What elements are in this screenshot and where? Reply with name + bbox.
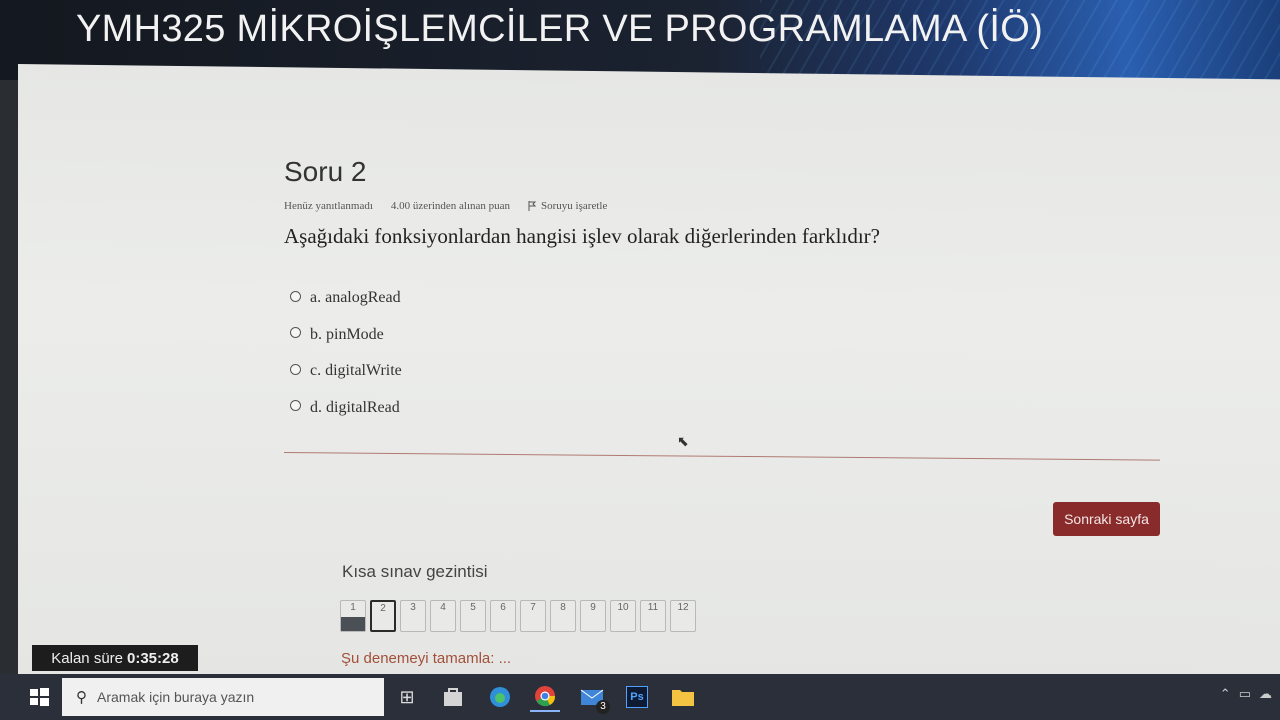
timer-label: Kalan süre bbox=[51, 649, 123, 667]
option-a-radio[interactable] bbox=[290, 290, 301, 302]
taskbar: ⚲ Aramak için buraya yazın ⊞ 3 Ps ⌃ ▭ ☁ bbox=[0, 674, 1280, 720]
chrome-icon[interactable] bbox=[530, 682, 560, 712]
file-explorer-icon[interactable] bbox=[668, 682, 698, 712]
quiz-nav-item[interactable]: 4 bbox=[430, 600, 456, 632]
flag-icon bbox=[528, 201, 537, 211]
question-points: 4.00 üzerinden alınan puan bbox=[390, 200, 511, 212]
mail-icon[interactable]: 3 bbox=[578, 682, 610, 714]
cloud-icon[interactable]: ☁ bbox=[1259, 686, 1272, 702]
quiz-nav-item[interactable]: 12 bbox=[670, 600, 696, 632]
timer-value: 0:35:28 bbox=[127, 649, 179, 667]
quiz-nav-item[interactable]: 7 bbox=[520, 600, 546, 632]
quiz-nav-item[interactable]: 10 bbox=[610, 600, 636, 632]
answer-options: a. analogRead b. pinMode c. digitalWrite… bbox=[290, 280, 402, 426]
quiz-nav-item[interactable]: 6 bbox=[490, 600, 516, 632]
option-d[interactable]: d. digitalRead bbox=[290, 390, 402, 427]
flag-label: Soruyu işaretle bbox=[541, 200, 608, 212]
quiz-nav-item[interactable]: 8 bbox=[550, 600, 576, 632]
option-c[interactable]: c. digitalWrite bbox=[290, 353, 402, 390]
option-a[interactable]: a. analogRead bbox=[290, 280, 402, 317]
windows-icon[interactable] bbox=[26, 684, 52, 710]
mouse-cursor-icon: ⬉ bbox=[677, 433, 689, 449]
quiz-nav-title: Kısa sınav gezintisi bbox=[342, 562, 488, 581]
search-icon: ⚲ bbox=[76, 689, 87, 706]
question-status: Henüz yanıtlanmadı bbox=[284, 200, 373, 212]
option-b[interactable]: b. pinMode bbox=[290, 317, 402, 354]
question-heading: Soru 2 bbox=[284, 156, 367, 187]
question-text: Aşağıdaki fonksiyonlardan hangisi işlev … bbox=[284, 224, 880, 248]
option-label: a. analogRead bbox=[310, 289, 401, 307]
finish-attempt-link[interactable]: Şu denemeyi tamamla: ... bbox=[341, 650, 511, 667]
quiz-nav-item[interactable]: 5 bbox=[460, 600, 486, 632]
quiz-nav-item[interactable]: 3 bbox=[400, 600, 426, 632]
taskbar-search-input[interactable]: ⚲ Aramak için buraya yazın bbox=[62, 678, 384, 716]
flag-question-link[interactable]: Soruyu işaretle bbox=[528, 200, 607, 212]
question-info: Henüz yanıtlanmadı 4.00 üzerinden alınan… bbox=[284, 200, 607, 212]
quiz-nav-grid: 1 2 3 4 5 6 7 8 9 10 11 12 bbox=[340, 600, 696, 632]
task-view-icon[interactable]: ⊞ bbox=[392, 682, 422, 712]
search-placeholder: Aramak için buraya yazın bbox=[97, 689, 255, 705]
photoshop-icon[interactable]: Ps bbox=[622, 682, 652, 712]
option-label: c. digitalWrite bbox=[310, 362, 402, 380]
edge-icon[interactable] bbox=[485, 682, 515, 712]
quiz-nav-item[interactable]: 1 bbox=[340, 600, 366, 632]
system-tray: ⌃ ▭ ☁ bbox=[1220, 686, 1272, 702]
mail-badge: 3 bbox=[596, 700, 610, 714]
quiz-page bbox=[18, 64, 1280, 690]
time-remaining: Kalan süre 0:35:28 bbox=[32, 645, 198, 671]
option-c-radio[interactable] bbox=[290, 363, 301, 375]
quiz-nav-item[interactable]: 2 bbox=[370, 600, 396, 632]
option-d-radio[interactable] bbox=[290, 400, 301, 412]
quiz-nav-item[interactable]: 11 bbox=[640, 600, 666, 632]
option-label: b. pinMode bbox=[310, 325, 384, 343]
store-icon[interactable] bbox=[438, 682, 468, 712]
option-b-radio[interactable] bbox=[290, 327, 301, 339]
quiz-nav-item[interactable]: 9 bbox=[580, 600, 606, 632]
course-title: YMH325 MİKROİŞLEMCİLER VE PROGRAMLAMA (İ… bbox=[76, 8, 1044, 50]
chevron-up-icon[interactable]: ⌃ bbox=[1220, 686, 1231, 702]
next-page-button[interactable]: Sonraki sayfa bbox=[1053, 502, 1160, 536]
option-label: d. digitalRead bbox=[310, 398, 400, 416]
network-icon[interactable]: ▭ bbox=[1239, 686, 1251, 702]
